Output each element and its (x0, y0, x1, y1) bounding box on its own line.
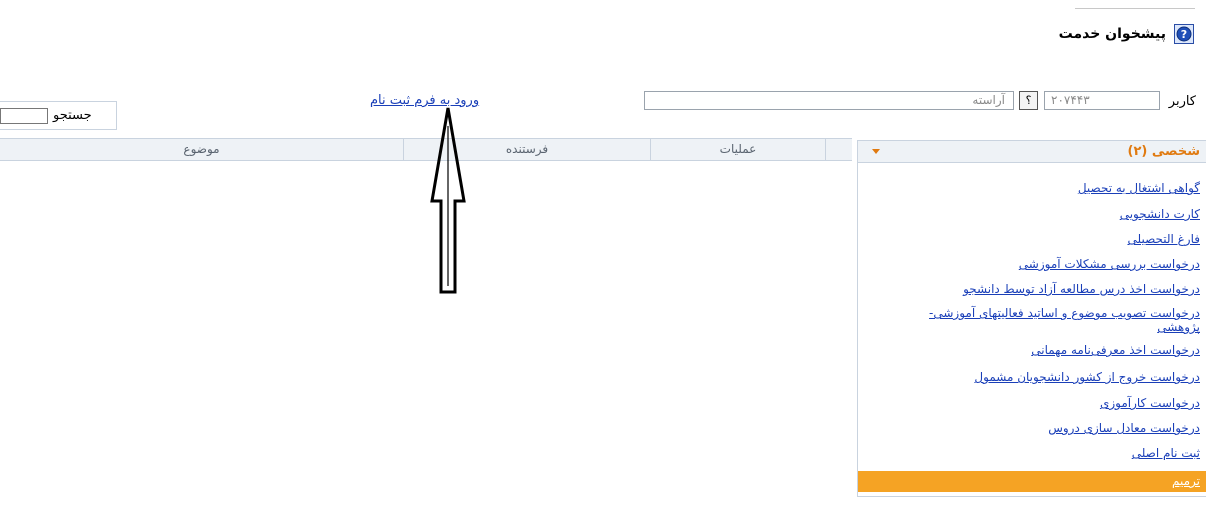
search-label: جستجو (53, 108, 92, 123)
user-lookup-button[interactable]: ؟ (1019, 91, 1038, 110)
service-link[interactable]: درخواست اخذ درس مطالعه آزاد توسط دانشجو (963, 282, 1200, 296)
column-subject[interactable]: موضوع (0, 139, 403, 160)
service-link[interactable]: درخواست اخذ معرفی‌نامه مهمانی (1031, 343, 1200, 357)
top-divider (1075, 8, 1195, 9)
search-area: جستجو (0, 101, 117, 130)
svg-text:?: ? (1181, 28, 1187, 41)
services-panel: شخصی (۲) گواهی اشتغال به تحصیل کارت دانش… (857, 140, 1206, 497)
service-link[interactable]: کارت دانشجویی (1120, 207, 1200, 221)
inbox-table-header: موضوع فرستنده عملیات (0, 138, 852, 161)
service-link[interactable]: ثبت نام اصلی (1132, 446, 1200, 460)
page-title: پیشخوان خدمت (1058, 26, 1166, 42)
user-label: کاربر (1168, 94, 1196, 109)
help-circle-icon: ? (1176, 26, 1192, 42)
user-row: کاربر ۲۰۷۴۴۳ ؟ آراسته (644, 89, 1206, 115)
service-link[interactable]: فارغ التحصیلی (1127, 232, 1200, 246)
collapse-arrow-icon[interactable] (872, 149, 880, 154)
service-link-selected[interactable]: ترمیم (858, 471, 1206, 492)
service-link[interactable]: درخواست خروج از کشور دانشجویان مشمول (974, 370, 1200, 384)
column-extra (825, 139, 852, 160)
service-link[interactable]: درخواست کارآموزی (1100, 396, 1200, 410)
service-link[interactable]: درخواست معادل سازی دروس (1048, 421, 1200, 435)
column-actions[interactable]: عملیات (650, 139, 825, 160)
panel-title: شخصی (۲) (1127, 144, 1200, 159)
user-name-field[interactable]: آراسته (644, 91, 1014, 110)
user-id-field[interactable]: ۲۰۷۴۴۳ (1044, 91, 1160, 110)
service-link[interactable]: گواهی اشتغال به تحصیل (1078, 181, 1200, 195)
panel-header[interactable]: شخصی (۲) (858, 141, 1206, 163)
selected-service-label: ترمیم (1172, 474, 1200, 488)
help-button[interactable]: ? (1174, 24, 1194, 44)
search-input[interactable] (0, 108, 48, 124)
service-link[interactable]: درخواست تصویب موضوع و اساتید فعالیتهای آ… (900, 306, 1200, 334)
annotation-arrow-icon (430, 107, 466, 294)
service-link[interactable]: درخواست بررسی مشکلات آموزشی (1019, 257, 1200, 271)
